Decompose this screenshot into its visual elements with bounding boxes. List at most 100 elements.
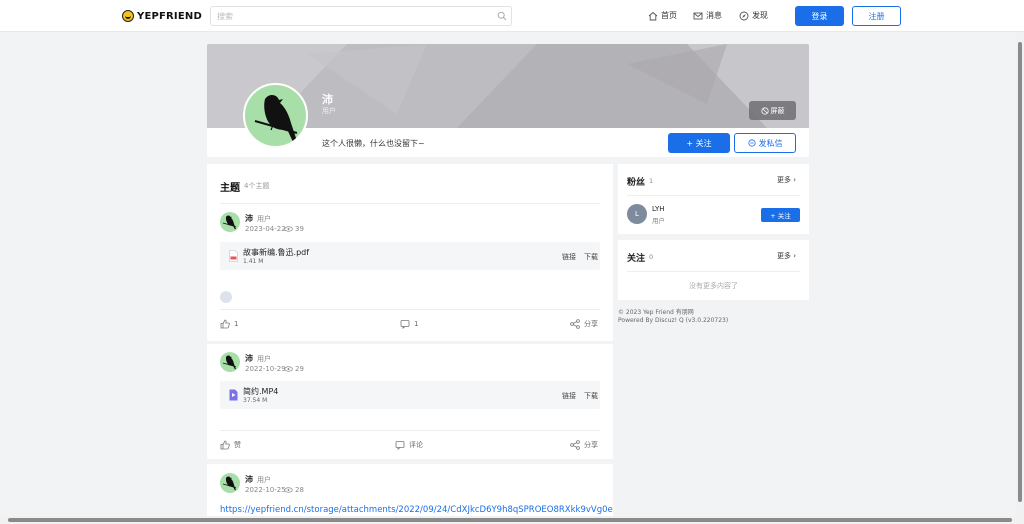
comment-label: 评论 [409,441,423,449]
following-more-label: 更多 [777,252,791,260]
divider [220,203,600,204]
site-logo[interactable]: YEPFRIEND [122,9,202,23]
fan-avatar[interactable]: L [627,204,647,224]
powered-by-text: Powered By Discuz! Q (v3.0.220723) [618,317,729,324]
bird-icon [222,355,237,370]
fans-card: 粉丝 1 更多 › L LYH 用户 + 关注 [618,164,809,234]
horizontal-scroll-thumb[interactable] [8,518,1012,522]
post-date: 2022-10-29 [245,365,286,373]
post-date: 2023-04-22 [245,225,286,233]
fan-name[interactable]: LYH [652,205,665,213]
post-views-count: 39 [295,225,304,233]
topics-card: 主题 4个主题 沛 用户 2023-04-22 39 故事新编.鲁迅.pdf 1… [207,164,613,341]
emoji-image [220,291,232,303]
share-label: 分享 [584,320,598,328]
search-box [210,6,512,26]
post-avatar[interactable] [220,352,240,372]
divider [220,430,600,431]
attachment-download-button[interactable]: 下载 [584,252,598,262]
private-message-label: 发私信 [758,138,783,148]
following-more-link[interactable]: 更多 › [777,251,796,261]
divider [220,309,600,310]
post-card: 沛 用户 2022-10-25 28 https://yepfriend.cn/… [207,464,613,516]
post-views: 39 [284,225,304,233]
comment-icon [395,441,405,450]
like-button[interactable]: 1 [220,319,238,329]
post-author-role: 用户 [257,476,271,484]
private-message-button[interactable]: 发私信 [734,133,796,153]
post-author[interactable]: 沛 [245,213,253,224]
bird-icon [222,215,237,230]
eye-icon [284,366,293,372]
following-title: 关注 [627,254,646,264]
profile-avatar[interactable] [243,83,308,148]
comment-count: 1 [414,320,419,328]
attachment-size: 1.41 M [243,258,264,265]
vertical-scroll-thumb[interactable] [1018,42,1022,502]
top-navbar: YEPFRIEND 首页 消息 发现 登录 注册 [0,0,1024,32]
search-input[interactable] [211,7,481,25]
attachment-link-button[interactable]: 链接 [562,252,576,262]
post-date: 2022-10-25 [245,486,286,494]
share-button[interactable]: 分享 [570,440,598,450]
video-file-icon [229,389,238,401]
nav-home-label: 首页 [661,11,677,20]
comment-button[interactable]: 评论 [395,440,423,450]
eye-icon [284,226,293,232]
chevron-right-icon: › [793,252,797,260]
attachment-name: 故事新编.鲁迅.pdf [243,248,310,257]
thumbs-up-icon [220,319,230,329]
vertical-scrollbar[interactable] [1016,32,1024,516]
fans-more-label: 更多 [777,176,791,184]
register-button[interactable]: 注册 [852,6,901,26]
nav-home[interactable]: 首页 [648,10,677,21]
share-label: 分享 [584,441,598,449]
profile-bio: 这个人很懒，什么也没留下~ [322,139,425,148]
nav-discover-label: 发现 [752,11,768,20]
search-icon[interactable] [497,11,507,21]
following-card: 关注 0 更多 › 没有更多内容了 [618,240,809,300]
post-avatar[interactable] [220,212,240,232]
like-label: 赞 [234,441,241,449]
fans-title: 粉丝 [627,178,646,188]
attachment-download-button[interactable]: 下载 [584,391,598,401]
block-button[interactable]: 屏蔽 [749,101,796,120]
post-link[interactable]: https://yepfriend.cn/storage/attachments… [220,505,613,515]
fans-more-link[interactable]: 更多 › [777,175,796,185]
attachment-name: 简约.MP4 [243,387,279,396]
comment-icon [400,320,410,329]
like-button[interactable]: 赞 [220,440,241,450]
profile-username: 沛 [322,93,333,106]
post-author[interactable]: 沛 [245,353,253,364]
post-views: 29 [284,365,304,373]
eye-icon [284,487,293,493]
nav-messages[interactable]: 消息 [693,10,722,21]
fan-role: 用户 [652,217,665,225]
divider [627,271,800,272]
post-author[interactable]: 沛 [245,474,253,485]
attachment-link-button[interactable]: 链接 [562,391,576,401]
post-avatar[interactable] [220,473,240,493]
like-count: 1 [234,320,239,328]
attachment-card[interactable]: 故事新编.鲁迅.pdf 1.41 M 链接 下载 [220,242,600,270]
fans-count: 1 [649,177,654,185]
fan-follow-button[interactable]: + 关注 [761,208,800,222]
nav-discover[interactable]: 发现 [739,10,768,21]
smiley-icon [122,10,134,22]
horizontal-scrollbar[interactable] [0,516,1024,524]
follow-button[interactable]: + 关注 [668,133,730,153]
logo-text: YEPFRIEND [137,10,202,22]
login-button[interactable]: 登录 [795,6,844,26]
block-label: 屏蔽 [770,106,785,115]
share-icon [570,440,580,450]
attachment-card[interactable]: 简约.MP4 37.54 M 链接 下载 [220,381,600,409]
topics-title: 主题 [220,183,240,194]
post-views: 28 [284,486,304,494]
comment-button[interactable]: 1 [400,319,418,329]
following-count: 0 [649,253,654,261]
post-card: 沛 用户 2022-10-29 29 简约.MP4 37.54 M 链接 下载 … [207,344,613,459]
nav-messages-label: 消息 [706,11,722,20]
attachment-size: 37.54 M [243,397,268,404]
share-button[interactable]: 分享 [570,319,598,329]
pdf-file-icon [229,250,238,262]
